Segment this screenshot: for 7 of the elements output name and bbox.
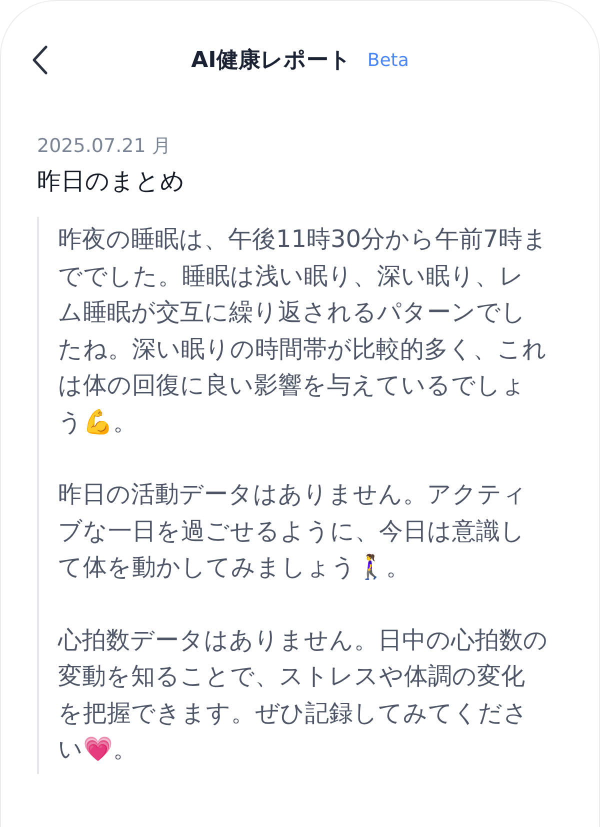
- summary-paragraph: 昨日の活動データはありません。アクティブな一日を過ごせるように、今日は意識して体を動かしてみましょう🚶‍♀。: [58, 479, 528, 583]
- report-date: 2025.07.21 月: [37, 134, 172, 159]
- page-title: AI健康レポート: [191, 47, 352, 75]
- beta-label: Beta: [367, 50, 409, 70]
- summary-paragraph: 昨夜の睡眠は、午後11時30分から午前7時まででした。睡眠は浅い眠り、深い眠り、レム睡眠が交互に繰り返されるパターンでしたね。深い眠りの時間帯が比較的多く、これは体の回復に良い影響を与えているでしょう💪。: [58, 224, 548, 438]
- summary-paragraph: 心拍数データはありません。日中の心拍数の変動を知ることで、ストレスや体調の変化を把握できます。ぜひ記録してみてください💗。: [58, 624, 548, 765]
- summary-heading: 昨日のまとめ: [37, 166, 186, 197]
